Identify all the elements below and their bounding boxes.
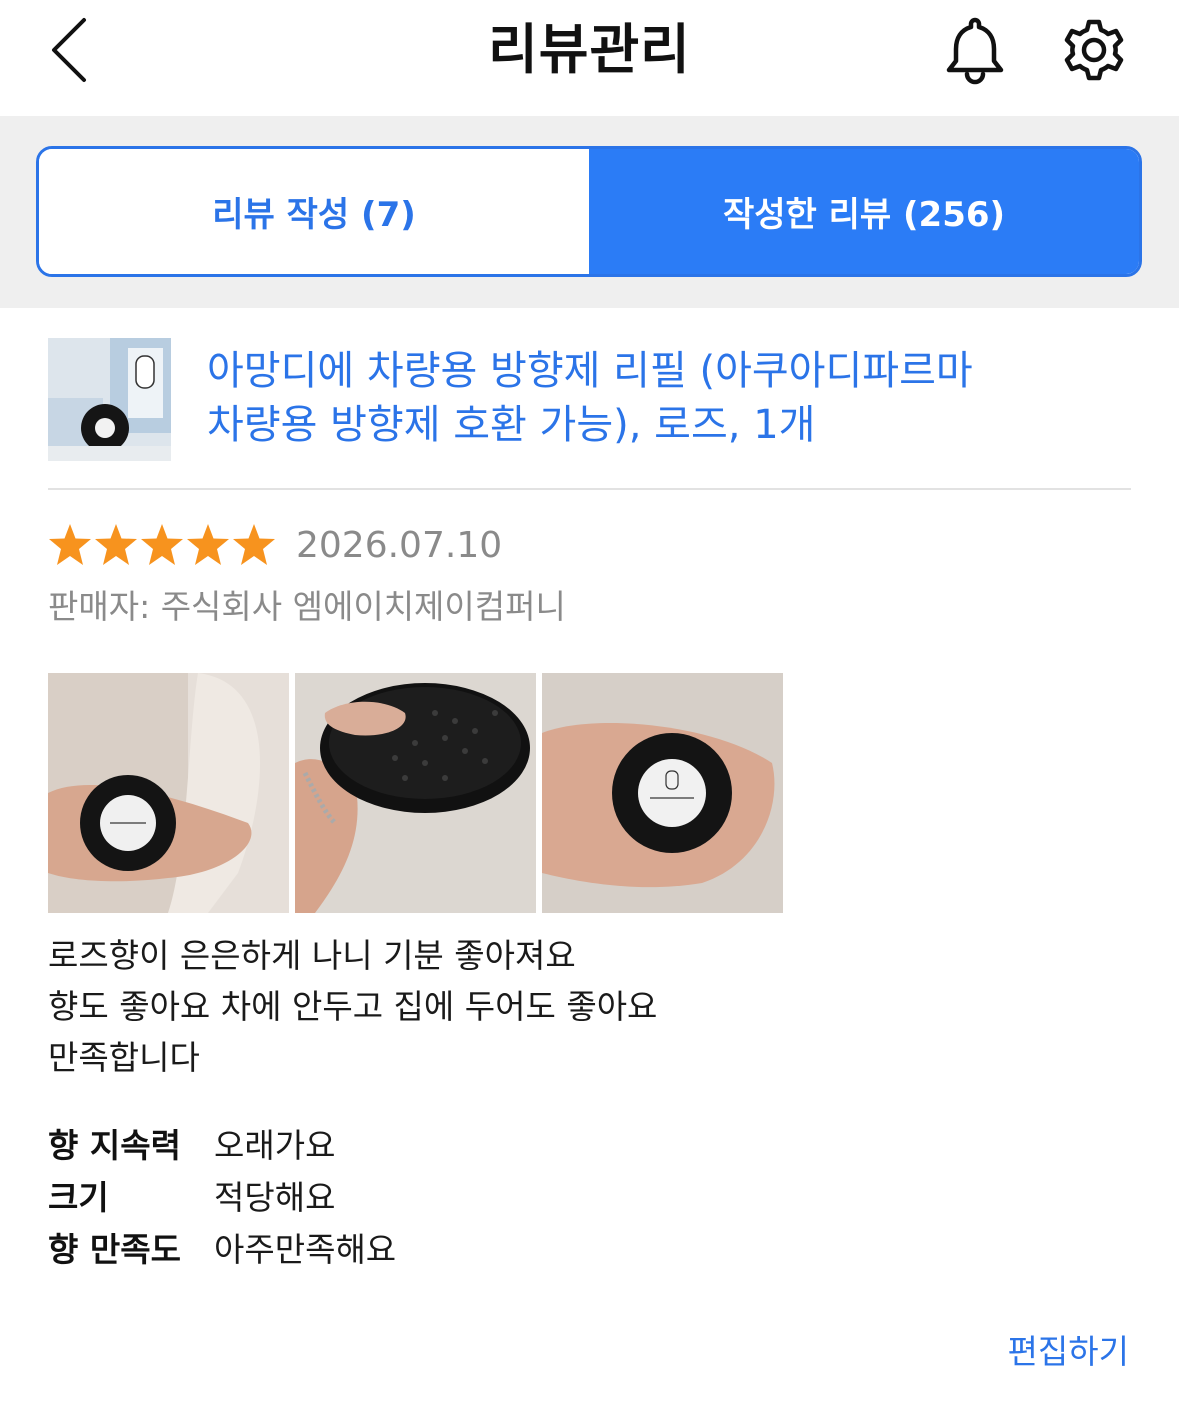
product-title-line1: 아망디에 차량용 방향제 리필 (아쿠아디파르마 bbox=[207, 348, 973, 394]
attribute-value: 적당해요 bbox=[214, 1178, 336, 1217]
review-text: 로즈향이 은은하게 나니 기분 좋아져요 향도 좋아요 차에 안두고 집에 두어… bbox=[48, 930, 1048, 1083]
divider bbox=[48, 488, 1131, 490]
review-photo[interactable] bbox=[542, 673, 783, 913]
attribute-row: 향 지속력 오래가요 bbox=[48, 1117, 848, 1169]
tab-written-reviews[interactable]: 작성한 리뷰 (256) bbox=[589, 149, 1139, 274]
seller-name: 판매자: 주식회사 엠에이치제이컴퍼니 bbox=[48, 587, 566, 626]
review-text-line: 로즈향이 은은하게 나니 기분 좋아져요 bbox=[48, 936, 576, 975]
settings-button[interactable] bbox=[1058, 14, 1130, 86]
tab-band: 리뷰 작성 (7) 작성한 리뷰 (256) bbox=[0, 116, 1179, 308]
edit-review-button[interactable]: 편집하기 bbox=[1008, 1326, 1129, 1378]
attribute-row: 향 만족도 아주만족해요 bbox=[48, 1221, 848, 1273]
star-rating bbox=[48, 522, 276, 570]
notifications-button[interactable] bbox=[940, 14, 1010, 86]
star-icon bbox=[49, 524, 91, 565]
attribute-label: 크기 bbox=[48, 1178, 109, 1217]
review-date: 2026.07.10 bbox=[296, 525, 503, 566]
bell-icon bbox=[946, 17, 1004, 85]
review-photo[interactable] bbox=[48, 673, 289, 913]
attribute-row: 크기 적당해요 bbox=[48, 1169, 848, 1221]
gear-icon bbox=[1064, 19, 1124, 81]
star-icon bbox=[95, 524, 137, 565]
top-bar: 리뷰관리 bbox=[0, 0, 1179, 116]
product-title-line2: 차량용 방향제 호환 가능), 로즈, 1개 bbox=[207, 402, 816, 448]
star-icon bbox=[233, 524, 275, 565]
attribute-value: 아주만족해요 bbox=[214, 1230, 397, 1269]
attribute-label: 향 만족도 bbox=[48, 1230, 181, 1269]
review-photo[interactable] bbox=[295, 673, 536, 913]
attribute-value: 오래가요 bbox=[214, 1126, 336, 1165]
star-icon bbox=[187, 524, 229, 565]
tab-write-review[interactable]: 리뷰 작성 (7) bbox=[39, 149, 589, 274]
review-tabs: 리뷰 작성 (7) 작성한 리뷰 (256) bbox=[36, 146, 1142, 277]
review-text-line: 향도 좋아요 차에 안두고 집에 두어도 좋아요 bbox=[48, 987, 658, 1026]
product-title[interactable]: 아망디에 차량용 방향제 리필 (아쿠아디파르마 차량용 방향제 호환 가능),… bbox=[207, 344, 1127, 452]
product-thumbnail[interactable] bbox=[48, 338, 171, 461]
star-icon bbox=[141, 524, 183, 565]
attribute-label: 향 지속력 bbox=[48, 1126, 181, 1165]
review-attributes: 향 지속력 오래가요 크기 적당해요 향 만족도 아주만족해요 bbox=[48, 1117, 848, 1273]
review-text-line: 만족합니다 bbox=[48, 1038, 200, 1077]
